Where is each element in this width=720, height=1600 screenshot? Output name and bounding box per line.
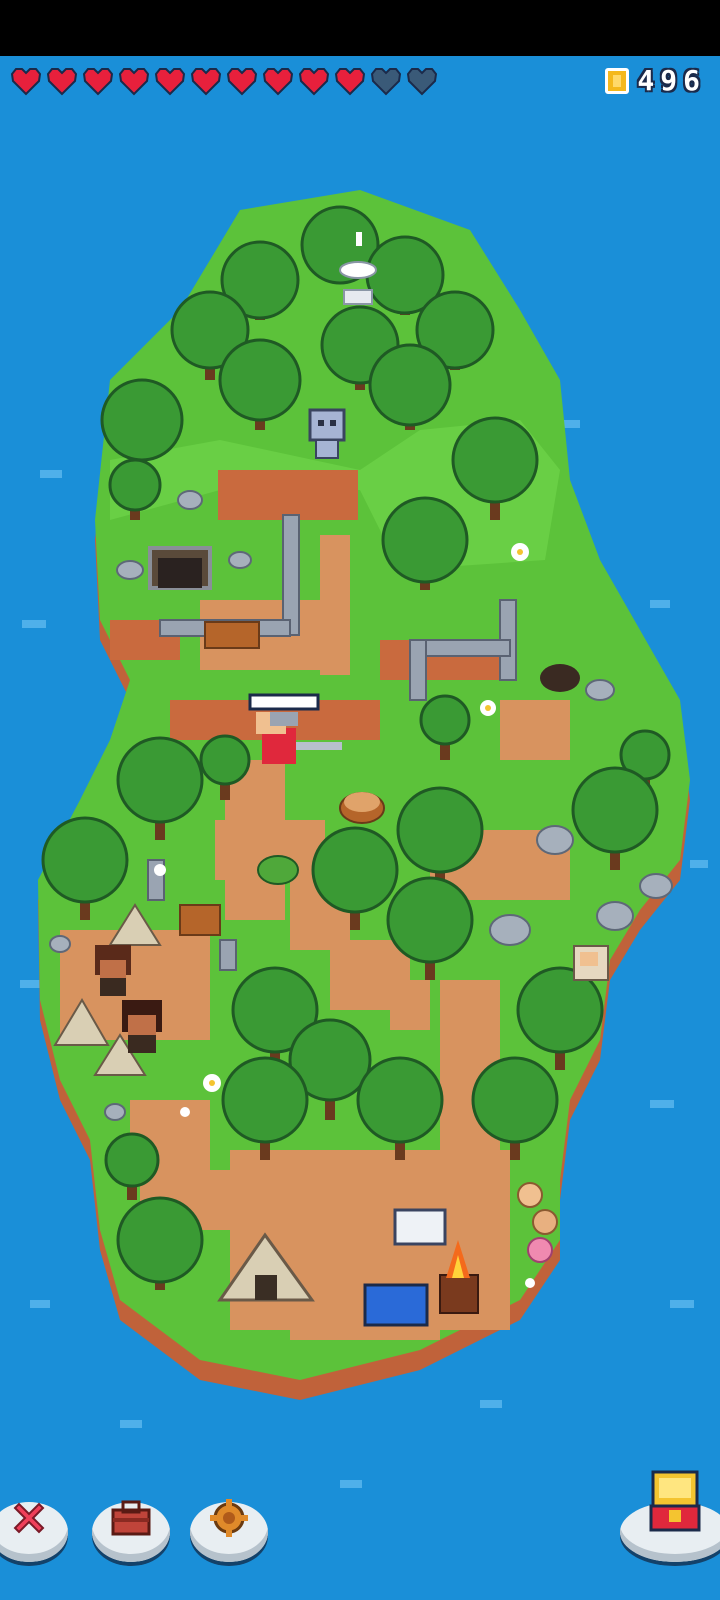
red-x-icon (13, 1502, 45, 1534)
settings-button[interactable] (190, 1499, 268, 1562)
inventory-button[interactable] (92, 1500, 170, 1562)
close-button[interactable] (0, 1502, 68, 1562)
status-bar (0, 0, 720, 56)
game-map[interactable] (0, 56, 720, 1496)
villager-1[interactable] (95, 945, 131, 996)
bottom-toolbar (0, 1470, 720, 1580)
toolbox-icon (111, 1500, 151, 1536)
old-man-npc[interactable] (573, 945, 609, 981)
gear-icon (210, 1499, 248, 1537)
treasure-chest-icon (649, 1470, 701, 1532)
cave-hole (540, 664, 580, 692)
bush (257, 855, 299, 885)
mine-entrance (148, 546, 212, 590)
skeleton-enemy[interactable] (308, 408, 346, 459)
tree-stump (339, 792, 385, 824)
treasure-chest-button[interactable] (620, 1470, 720, 1562)
villager-2[interactable] (122, 1000, 162, 1053)
